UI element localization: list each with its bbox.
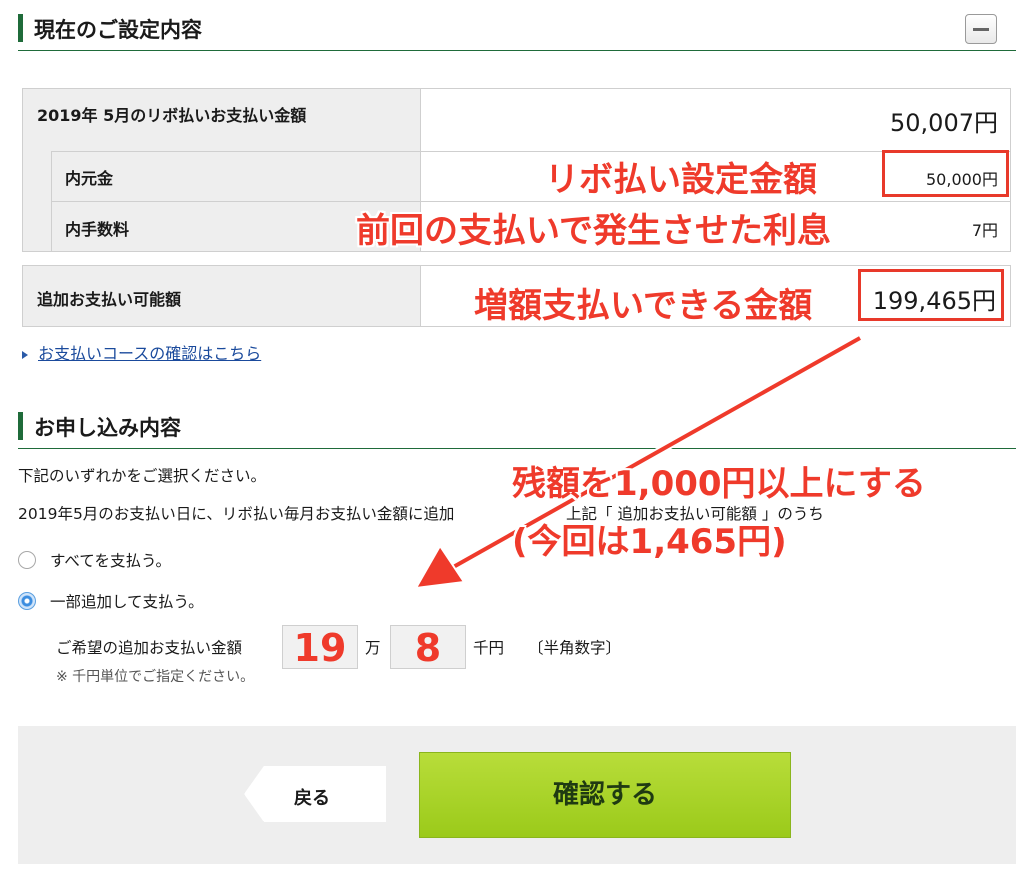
triangle-right-icon — [22, 350, 28, 359]
minus-icon — [973, 28, 989, 31]
section-header-current-settings: 現在のご設定内容 — [18, 10, 1016, 51]
collapse-button[interactable] — [965, 14, 997, 44]
amount-label: ご希望の追加お支払い金額 — [56, 639, 243, 657]
highlight-box-principal — [882, 150, 1009, 197]
option-pay-all-label[interactable]: すべてを支払う。 — [50, 549, 171, 571]
row-label-fee: 内手数料 — [65, 220, 130, 239]
row-label-principal: 内元金 — [65, 169, 114, 188]
section-title: お申し込み内容 — [34, 416, 181, 440]
row-label-main: 2019年 5月のリボ払いお支払い金額 — [37, 106, 307, 125]
confirm-button-label[interactable]: 確認する — [420, 753, 790, 837]
annotation-revo-amount: リボ払い設定金額 — [545, 160, 817, 200]
section-accent-bar — [18, 412, 23, 440]
divider — [420, 266, 421, 326]
additional-payable-label: 追加お支払い可能額 — [37, 290, 182, 309]
thousand-yen-unit: 千円 — [473, 639, 505, 657]
radio-pay-all[interactable] — [18, 551, 36, 569]
divider — [51, 151, 1010, 152]
thousand-yen-input[interactable]: 8 — [390, 625, 466, 670]
annotation-increase-amount: 増額支払いできる金額 — [474, 286, 813, 326]
annotation-remain-line2: (今回は1,465円) — [512, 522, 787, 562]
half-width-hint: 〔半角数字〕 — [528, 639, 622, 657]
payment-course-link-row: お支払いコースの確認はこちら — [22, 340, 261, 364]
annotation-remain-line1: 残額を1,000円以上にする — [512, 464, 926, 504]
row-value-main: 50,007円 — [890, 109, 998, 137]
option-pay-partial-label[interactable]: 一部追加して支払う。 — [50, 590, 204, 612]
highlight-box-additional — [858, 269, 1004, 321]
radio-pay-partial[interactable] — [18, 592, 36, 610]
man-unit: 万 — [365, 639, 381, 657]
man-yen-input[interactable]: 19 — [282, 625, 358, 670]
annotation-prev-interest: 前回の支払いで発生させた利息 — [356, 211, 831, 251]
section-accent-bar — [18, 14, 23, 42]
instruction-text: 下記のいずれかをご選択ください。 — [18, 467, 267, 485]
description-text: 2019年5月のお支払い日に、リボ払い毎月お支払い金額に追加 — [18, 505, 455, 523]
confirm-button[interactable]: 確認する — [419, 752, 791, 838]
unit-note: ※ 千円単位でご指定ください。 — [56, 669, 255, 685]
payment-course-link[interactable]: お支払いコースの確認はこちら — [38, 344, 261, 363]
back-button-label[interactable]: 戻る — [294, 784, 330, 810]
section-title: 現在のご設定内容 — [34, 18, 202, 42]
divider — [51, 201, 1010, 202]
